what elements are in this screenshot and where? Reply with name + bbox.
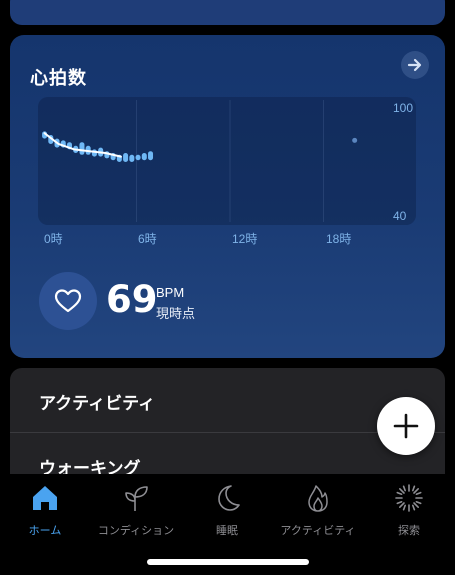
chart-range-bar: [148, 151, 154, 161]
home-icon: [29, 482, 61, 514]
x-axis-label-18: 18時: [326, 232, 352, 246]
home-indicator[interactable]: [147, 559, 309, 565]
x-axis-label-12: 12時: [232, 232, 258, 246]
plus-icon: [393, 413, 419, 439]
sprout-icon: [120, 482, 152, 514]
chart-range-bar: [141, 153, 147, 161]
bpm-unit-label: BPM: [156, 285, 185, 300]
tab-condition-label: コンディション: [97, 524, 175, 537]
chart-range-bar: [91, 149, 97, 157]
moon-icon: [211, 482, 243, 514]
flame-icon: [302, 482, 334, 514]
sparkle-icon: [393, 482, 425, 514]
add-button[interactable]: [377, 397, 435, 455]
tab-condition[interactable]: コンディション: [91, 482, 181, 542]
x-axis-label-0: 0時: [44, 232, 63, 246]
tab-explore[interactable]: 探索: [364, 482, 454, 542]
bpm-time-note: 現時点: [156, 307, 196, 322]
chart-range-bar: [135, 154, 141, 161]
x-axis-label-6: 6時: [138, 232, 157, 246]
tab-home[interactable]: ホーム: [0, 482, 90, 542]
tab-explore-label: 探索: [398, 524, 420, 537]
y-axis-max-label: 100: [393, 101, 414, 115]
heart-badge: [39, 272, 97, 330]
chart-range-bar: [129, 154, 135, 162]
current-bpm-value: 69: [106, 278, 158, 321]
chart-range-bar: [123, 153, 129, 162]
heart-icon: [54, 289, 82, 313]
tab-activity-label: アクティビティ: [280, 524, 356, 537]
tab-home-label: ホーム: [28, 524, 62, 537]
chart-range-bar: [79, 142, 85, 155]
tab-activity[interactable]: アクティビティ: [273, 482, 363, 542]
list-item-activity[interactable]: アクティビティ: [39, 389, 155, 414]
chart-data-point: [352, 137, 358, 143]
tab-sleep[interactable]: 睡眠: [182, 482, 272, 542]
tab-sleep-label: 睡眠: [216, 524, 238, 537]
heart-rate-chart: [42, 100, 358, 222]
y-axis-min-label: 40: [393, 209, 407, 223]
